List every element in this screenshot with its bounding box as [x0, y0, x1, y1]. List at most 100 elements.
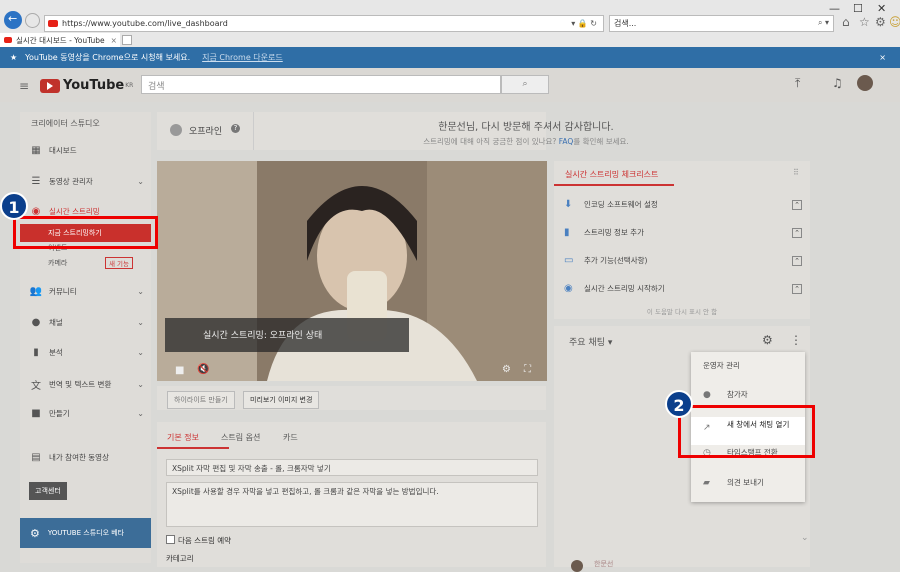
tab-basic-info[interactable]: 기본 정보 — [167, 432, 199, 443]
avatar[interactable] — [857, 75, 873, 91]
search-button[interactable]: ⌕ — [501, 75, 549, 94]
browser-tab[interactable]: 실시간 대시보드 - YouTube × — [0, 33, 120, 47]
sidebar-item-community[interactable]: 👥 커뮤니티 ⌄ — [29, 286, 144, 297]
sidebar-item-translation[interactable]: 文 번역 및 텍스트 변환 ⌄ — [29, 377, 144, 392]
tab-cards[interactable]: 카드 — [283, 432, 298, 443]
browser-search-field[interactable]: 검색... ⌕ ▾ — [609, 15, 834, 32]
chrome-banner: ★ YouTube 동영상을 Chrome으로 시청해 보세요. 지금 Chro… — [0, 47, 900, 68]
callout-badge-1: 1 — [0, 192, 28, 220]
checklist-item-info[interactable]: ▮ 스트리밍 정보 추가 ⌃ — [564, 227, 802, 238]
sidebar-label: 채널 — [49, 318, 63, 327]
youtube-favicon-icon — [48, 20, 58, 27]
chat-scroll-icon[interactable]: ⌄ — [801, 533, 809, 543]
expand-icon[interactable]: ⌃ — [792, 283, 802, 294]
sidebar-item-contributions[interactable]: ▤ 내가 참여한 동영상 — [29, 452, 144, 463]
chevron-down-icon: ⌄ — [137, 380, 144, 389]
search-placeholder: 검색 — [148, 82, 165, 92]
chat-settings-icon[interactable]: ⚙ — [762, 333, 773, 347]
sidebar-label: 번역 및 텍스트 변환 — [49, 380, 112, 389]
sidebar-label: 분석 — [49, 348, 63, 357]
chrome-download-link[interactable]: 지금 Chrome 다운로드 — [202, 52, 283, 63]
minimize-icon[interactable]: — — [829, 2, 840, 15]
new-feature-badge: 새 기능 — [105, 257, 134, 269]
studio-beta-button[interactable]: ⚙ YOUTUBE 스튜디오 베타 — [20, 518, 151, 548]
mute-icon[interactable]: 🔇 — [197, 364, 209, 375]
highlight-button[interactable]: 하이라이트 만들기 — [167, 391, 235, 409]
chat-user-avatar — [571, 560, 583, 572]
hamburger-menu-icon[interactable]: ≡ — [19, 79, 29, 93]
tab-stream-options[interactable]: 스트림 옵션 — [221, 432, 260, 443]
sidebar-item-analytics[interactable]: ▮ 분석 ⌄ — [29, 347, 144, 358]
tab-favicon-icon — [4, 37, 12, 43]
help-icon[interactable]: ? — [231, 124, 240, 133]
tab-close-icon[interactable]: × — [111, 36, 117, 45]
help-center-button[interactable]: 고객센터 — [29, 482, 67, 500]
drag-handle-icon[interactable]: ⠿ — [793, 168, 799, 177]
sidebar-item-channel[interactable]: ● 채널 ⌄ — [29, 317, 144, 328]
gear-icon: ⚙ — [30, 526, 40, 540]
fullscreen-icon[interactable]: ⛶ — [524, 364, 531, 375]
sidebar-label: 만들기 — [49, 409, 70, 418]
maximize-icon[interactable]: ☐ — [853, 2, 863, 15]
checklist-item-encoder[interactable]: ⬇ 인코딩 소프트웨어 설정 ⌃ — [564, 199, 802, 210]
sidebar-item-dashboard[interactable]: ▦ 대시보드 — [29, 145, 144, 156]
upload-icon[interactable]: ⤒ — [795, 76, 800, 91]
hide-help-link[interactable]: 이 도움말 다시 표시 안 함 — [554, 306, 810, 316]
search-icon[interactable]: ⌕ ▾ — [818, 18, 829, 29]
forward-button[interactable] — [25, 13, 40, 28]
checklist-label: 인코딩 소프트웨어 설정 — [584, 200, 658, 209]
channel-icon: ● — [31, 317, 41, 328]
video-manager-icon: ☰ — [31, 176, 41, 187]
offline-overlay: 실시간 스트리밍: 오프라인 상태 — [165, 318, 409, 352]
new-tab-button[interactable] — [122, 35, 132, 45]
checklist-item-start[interactable]: ◉ 실시간 스트리밍 시작하기 ⌃ — [564, 283, 802, 294]
callout-box-stream-now — [13, 216, 158, 249]
description-field[interactable]: XSplit를 사용할 경우 자막을 넣고 편집하고, 롤 크롬과 같은 자막을… — [166, 482, 538, 527]
home-icon[interactable]: ⌂ — [842, 15, 850, 29]
settings-gear-icon[interactable]: ⚙ — [875, 15, 886, 29]
youtube-wordmark: YouTube — [63, 78, 125, 93]
broadcast-icon: ◉ — [564, 283, 573, 294]
address-url: https://www.youtube.com/live_dashboard — [62, 19, 228, 28]
checklist-underline — [554, 184, 674, 186]
contributions-icon: ▤ — [31, 452, 41, 463]
expand-icon[interactable]: ⌃ — [792, 199, 802, 210]
welcome-block: 한문선님, 다시 방문해 주셔서 감사합니다. 스트리밍에 대해 아직 궁금한 … — [256, 118, 796, 147]
expand-icon[interactable]: ⌃ — [792, 255, 802, 266]
favorites-icon[interactable]: ☆ — [859, 15, 870, 29]
feedback-icon: ▰ — [703, 477, 710, 488]
sidebar-item-create[interactable]: ■ 만들기 ⌄ — [29, 408, 144, 419]
faq-link[interactable]: FAQ — [559, 137, 574, 146]
sidebar-item-video-manager[interactable]: ☰ 동영상 관리자 ⌄ — [29, 176, 144, 187]
checklist-item-extras[interactable]: ▭ 추가 기능(선택사항) ⌃ — [564, 255, 802, 266]
banner-text: YouTube 동영상을 Chrome으로 시청해 보세요. — [25, 53, 191, 62]
address-tools-icon[interactable]: ▾ 🔒 ↻ — [571, 19, 597, 28]
star-icon: ★ — [10, 53, 18, 62]
expand-icon[interactable]: ⌃ — [792, 227, 802, 238]
menu-item-feedback[interactable]: ▰ 의견 보내기 — [703, 477, 764, 488]
faq-prefix: 스트리밍에 대해 아직 궁금한 점이 있나요? — [423, 137, 557, 146]
more-menu-icon[interactable]: ⋮ — [790, 333, 802, 347]
menu-item-participants[interactable]: ● 참가자 — [703, 389, 748, 400]
browser-search-placeholder: 검색... — [614, 19, 637, 28]
video-settings-icon[interactable]: ⚙ — [502, 364, 511, 375]
menu-item-moderators[interactable]: 운영자 관리 — [703, 360, 740, 371]
schedule-checkbox[interactable] — [166, 535, 175, 544]
callout-badge-2: 2 — [665, 390, 693, 418]
search-input[interactable]: 검색 — [141, 75, 501, 94]
close-window-icon[interactable]: ✕ — [877, 2, 886, 15]
youtube-logo[interactable]: YouTube KR — [40, 78, 133, 93]
chat-mode-dropdown[interactable]: 주요 채팅 ▾ — [569, 335, 612, 348]
status-label: 오프라인 — [189, 127, 223, 137]
stop-icon[interactable]: ■ — [175, 365, 184, 376]
notifications-bell-icon[interactable]: ♫ — [832, 76, 843, 90]
tab-title: 실시간 대시보드 - YouTube — [16, 35, 105, 45]
download-icon: ⬇ — [564, 199, 573, 210]
sidebar-item-camera[interactable]: 카메라 — [48, 258, 67, 268]
banner-close-icon[interactable]: × — [879, 53, 886, 62]
title-field[interactable]: XSplit 자막 편집 및 자막 송출 - 롤, 크롬자막 넣기 — [166, 459, 538, 476]
address-bar[interactable]: https://www.youtube.com/live_dashboard ▾… — [44, 15, 604, 32]
preview-image-button[interactable]: 미리보기 이미지 변경 — [243, 391, 320, 409]
smiley-icon[interactable]: ☺ — [889, 15, 900, 29]
sidebar-label: 커뮤니티 — [49, 287, 77, 296]
